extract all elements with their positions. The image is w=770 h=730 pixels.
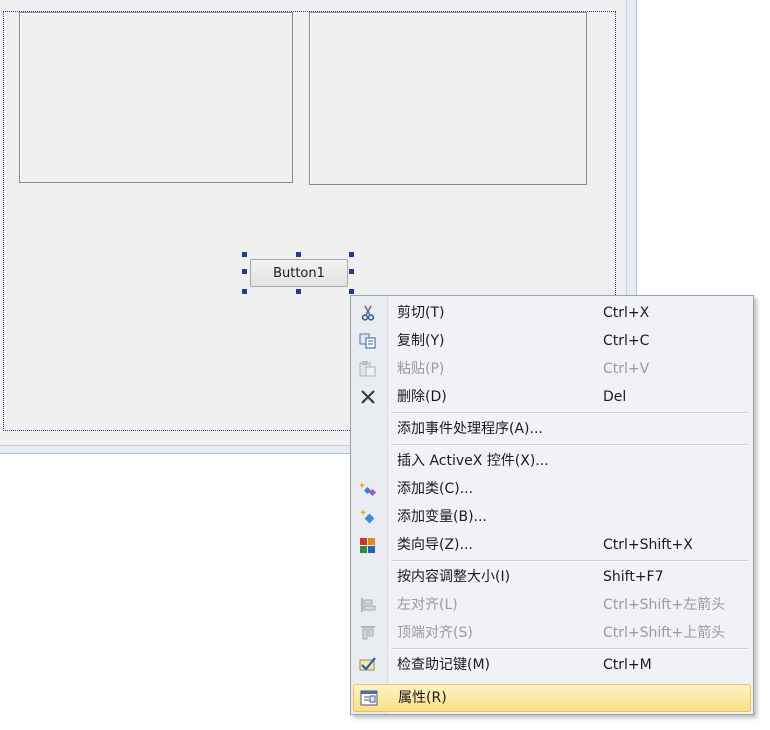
menu-item-add-event-handler[interactable]: 添加事件处理程序(A)... [353,415,749,443]
resize-handle-s[interactable] [296,289,301,294]
delete-x-icon [359,388,377,406]
menu-item-check-mnemonics[interactable]: 检查助记键(M) Ctrl+M [353,651,749,679]
resize-handle-se[interactable] [349,289,354,294]
menu-item-label: 类向导(Z)... [397,537,473,553]
menu-item-delete[interactable]: 删除(D) Del [353,383,749,411]
menu-item-add-variable[interactable]: 添加变量(B)... [353,503,749,531]
add-variable-icon [359,508,377,526]
menu-item-label: 检查助记键(M) [397,657,491,673]
menu-item-shortcut: Ctrl+Shift+上箭头 [603,625,726,641]
menu-separator [391,444,749,446]
menu-item-align-top[interactable]: 顶端对齐(S) Ctrl+Shift+上箭头 [353,619,749,647]
menu-item-label: 添加事件处理程序(A)... [397,421,543,437]
menu-item-align-left[interactable]: 左对齐(L) Ctrl+Shift+左箭头 [353,591,749,619]
menu-item-shortcut: Ctrl+X [603,305,650,321]
menu-item-shortcut: Ctrl+C [603,333,650,349]
group-box-left[interactable] [19,12,293,183]
menu-item-label: 剪切(T) [397,305,445,321]
align-top-icon [359,624,377,642]
add-class-icon [359,480,377,498]
menu-item-class-wizard[interactable]: 类向导(Z)... Ctrl+Shift+X [353,531,749,559]
resize-handle-ne[interactable] [349,252,354,257]
align-left-icon [359,596,377,614]
menu-item-copy[interactable]: 复制(Y) Ctrl+C [353,327,749,355]
menu-item-shortcut: Ctrl+Shift+X [603,537,693,553]
menu-item-label: 属性(R) [398,690,447,706]
menu-item-add-class[interactable]: 添加类(C)... [353,475,749,503]
resize-handle-nw[interactable] [242,252,247,257]
menu-separator [391,560,749,562]
menu-item-shortcut: Shift+F7 [603,569,664,585]
menu-item-label: 左对齐(L) [397,597,458,613]
menu-separator [391,412,749,414]
properties-icon [360,689,378,707]
menu-item-shortcut: Ctrl+V [603,361,650,377]
menu-item-label: 删除(D) [397,389,447,405]
menu-item-label: 插入 ActiveX 控件(X)... [397,453,549,469]
menu-item-label: 添加类(C)... [397,481,474,497]
menu-separator [391,648,749,650]
menu-item-paste[interactable]: 粘贴(P) Ctrl+V [353,355,749,383]
menu-item-label: 添加变量(B)... [397,509,487,525]
group-box-right[interactable] [309,12,587,185]
menu-item-cut[interactable]: 剪切(T) Ctrl+X [353,299,749,327]
button1-control[interactable]: Button1 [250,259,348,287]
menu-item-size-to-content[interactable]: 按内容调整大小(I) Shift+F7 [353,563,749,591]
menu-item-shortcut: Ctrl+M [603,657,652,673]
resize-handle-w[interactable] [242,269,247,274]
menu-item-properties[interactable]: 属性(R) [353,684,751,712]
menu-item-shortcut: Del [603,389,627,405]
menu-item-insert-activex[interactable]: 插入 ActiveX 控件(X)... [353,447,749,475]
resize-handle-sw[interactable] [242,289,247,294]
paste-icon [359,360,377,378]
menu-item-label: 顶端对齐(S) [397,625,473,641]
context-menu: 剪切(T) Ctrl+X 复制(Y) Ctrl+C 粘贴(P) Ctrl+V 删… [350,295,754,715]
copy-icon [359,332,377,350]
menu-item-label: 按内容调整大小(I) [397,569,511,585]
resize-handle-n[interactable] [296,252,301,257]
menu-item-shortcut: Ctrl+Shift+左箭头 [603,597,726,613]
menu-item-label: 复制(Y) [397,333,445,349]
resize-handle-e[interactable] [349,269,354,274]
check-mnemonics-icon [359,656,377,674]
menu-item-label: 粘贴(P) [397,361,445,377]
class-wizard-icon [359,536,377,554]
scissors-icon [359,304,377,322]
